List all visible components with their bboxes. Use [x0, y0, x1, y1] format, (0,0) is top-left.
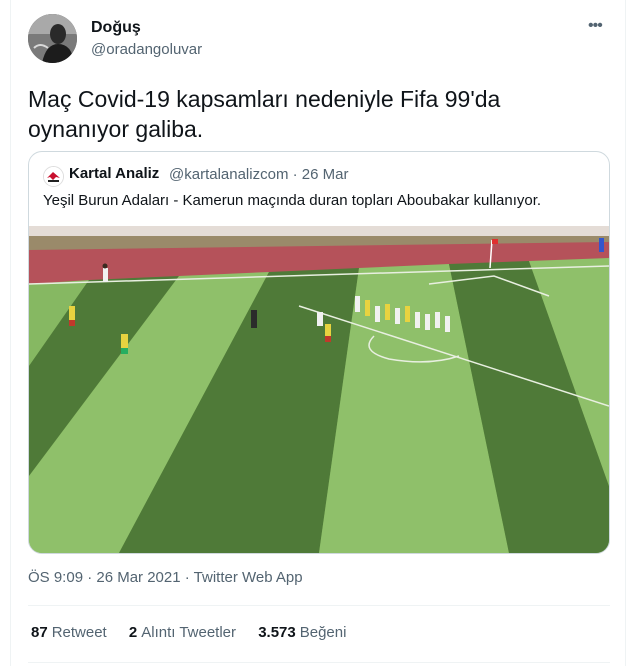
likes-count: 3.573 [258, 624, 296, 641]
tweet-timestamp[interactable]: ÖS 9:09 · 26 Mar 2021 [28, 569, 181, 586]
quote-count: 2 [128, 624, 138, 641]
quoted-tweet[interactable]: Kartal Analiz @kartalanalizcom · 26 Mar … [28, 151, 610, 554]
more-horizontal-icon[interactable]: ••• [588, 17, 603, 35]
tweet-text: Maç Covid-19 kapsamları nedeniyle Fifa 9… [28, 86, 501, 142]
author-avatar[interactable] [28, 14, 77, 63]
likes-label: Beğeni [299, 624, 347, 641]
eagle-logo-icon [44, 167, 63, 186]
author-name[interactable]: Doğuş [91, 19, 141, 37]
tweet-stats: 87 Retweet 2 Alıntı Tweetler 3.573 Beğeni [31, 624, 364, 641]
divider [28, 662, 610, 663]
quoted-author-avatar[interactable] [43, 166, 64, 187]
retweet-stat[interactable]: 87 Retweet [31, 624, 107, 641]
author-handle[interactable]: @oradangoluvar [91, 41, 202, 58]
quote-tweets-stat[interactable]: 2 Alıntı Tweetler [129, 624, 236, 641]
meta-separator: · [180, 569, 194, 586]
likes-stat[interactable]: 3.573 Beğeni [258, 624, 346, 641]
quoted-author-meta[interactable]: @kartalanalizcom · 26 Mar [169, 166, 348, 183]
avatar-image [28, 14, 77, 63]
video-thumbnail[interactable] [29, 226, 609, 553]
retweet-label: Retweet [51, 624, 107, 641]
tweet-meta: ÖS 9:09 · 26 Mar 2021 · Twitter Web App [28, 569, 303, 586]
quoted-author-name[interactable]: Kartal Analiz [69, 165, 159, 182]
tweet-source[interactable]: Twitter Web App [194, 569, 303, 586]
quote-label: Alıntı Tweetler [141, 624, 237, 641]
retweet-count: 87 [31, 624, 48, 641]
divider [28, 605, 610, 606]
football-pitch-image [29, 226, 609, 553]
quoted-text: Yeşil Burun Adaları - Kamerun maçında du… [43, 192, 542, 209]
